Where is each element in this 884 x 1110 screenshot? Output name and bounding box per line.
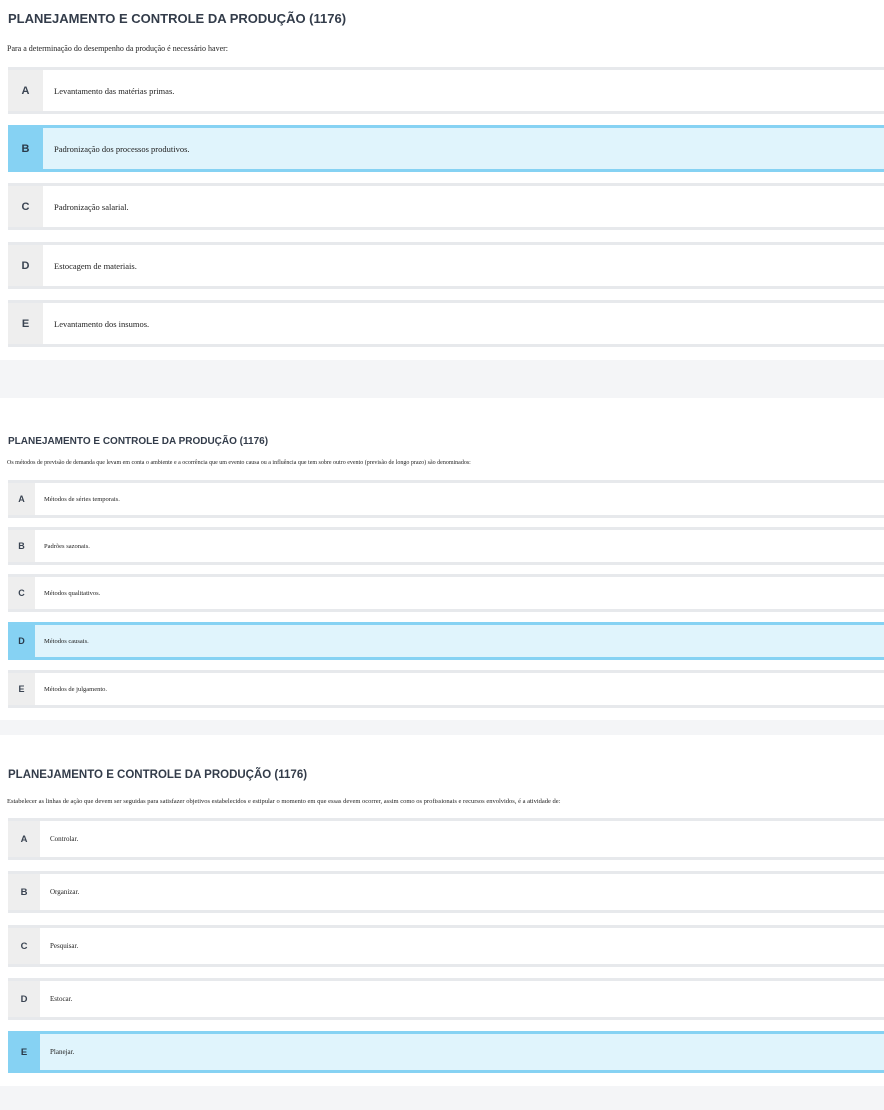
- option-text: Métodos causais.: [44, 637, 89, 645]
- option-c[interactable]: C Pesquisar.: [8, 925, 884, 967]
- option-text: Levantamento das matérias primas.: [54, 85, 175, 96]
- option-text: Métodos de julgamento.: [44, 685, 108, 693]
- option-text: Organizar.: [50, 888, 80, 896]
- option-e[interactable]: E Planejar.: [8, 1031, 884, 1073]
- option-a[interactable]: A Levantamento das matérias primas.: [8, 67, 884, 114]
- option-letter: C: [8, 577, 35, 609]
- option-text: Estocagem de materiais.: [54, 260, 137, 271]
- option-text: Estocar.: [50, 995, 73, 1003]
- option-a[interactable]: A Métodos de séries temporais.: [8, 480, 884, 518]
- option-letter: B: [8, 874, 40, 910]
- option-letter: C: [8, 928, 40, 964]
- question-prompt: Para a determinação do desempenho da pro…: [7, 44, 229, 53]
- question-card-1: PLANEJAMENTO E CONTROLE DA PRODUÇÃO (117…: [0, 0, 884, 360]
- option-text: Métodos de séries temporais.: [44, 495, 120, 503]
- option-letter: E: [8, 1034, 40, 1070]
- question-card-3: PLANEJAMENTO E CONTROLE DA PRODUÇÃO (117…: [0, 735, 884, 1086]
- option-c[interactable]: C Métodos qualitativos.: [8, 574, 884, 612]
- option-text: Padronização dos processos produtivos.: [54, 143, 190, 154]
- option-letter: B: [8, 530, 35, 562]
- option-letter: E: [8, 673, 35, 705]
- option-text: Planejar.: [50, 1048, 75, 1056]
- option-letter: D: [8, 981, 40, 1017]
- option-letter: A: [8, 70, 43, 111]
- option-text: Padronização salarial.: [54, 201, 129, 212]
- option-text: Métodos qualitativos.: [44, 589, 101, 597]
- option-letter: A: [8, 483, 35, 515]
- question-card-2: PLANEJAMENTO E CONTROLE DA PRODUÇÃO (117…: [0, 398, 884, 720]
- option-letter: D: [8, 625, 35, 657]
- option-letter: D: [8, 245, 43, 286]
- question-title: PLANEJAMENTO E CONTROLE DA PRODUÇÃO (117…: [8, 11, 347, 26]
- option-text: Padrões sazonais.: [44, 542, 90, 550]
- question-prompt: Os métodos de previsão de demanda que le…: [7, 460, 471, 466]
- option-letter: B: [8, 128, 43, 169]
- option-text: Levantamento dos insumos.: [54, 318, 150, 329]
- option-c[interactable]: C Padronização salarial.: [8, 183, 884, 230]
- option-b[interactable]: B Organizar.: [8, 871, 884, 913]
- option-text: Controlar.: [50, 835, 79, 843]
- question-prompt: Estabelecer as linhas de ação que devem …: [7, 798, 561, 805]
- option-d[interactable]: D Métodos causais.: [8, 622, 884, 660]
- option-letter: E: [8, 303, 43, 344]
- question-title: PLANEJAMENTO E CONTROLE DA PRODUÇÃO (117…: [8, 769, 308, 781]
- option-e[interactable]: E Métodos de julgamento.: [8, 670, 884, 708]
- option-d[interactable]: D Estocagem de materiais.: [8, 242, 884, 289]
- option-letter: C: [8, 186, 43, 227]
- option-letter: A: [8, 821, 40, 857]
- option-d[interactable]: D Estocar.: [8, 978, 884, 1020]
- option-e[interactable]: E Levantamento dos insumos.: [8, 300, 884, 347]
- option-a[interactable]: A Controlar.: [8, 818, 884, 860]
- option-b[interactable]: B Padronização dos processos produtivos.: [8, 125, 884, 172]
- option-text: Pesquisar.: [50, 942, 79, 950]
- question-title: PLANEJAMENTO E CONTROLE DA PRODUÇÃO (117…: [8, 436, 269, 447]
- option-b[interactable]: B Padrões sazonais.: [8, 527, 884, 565]
